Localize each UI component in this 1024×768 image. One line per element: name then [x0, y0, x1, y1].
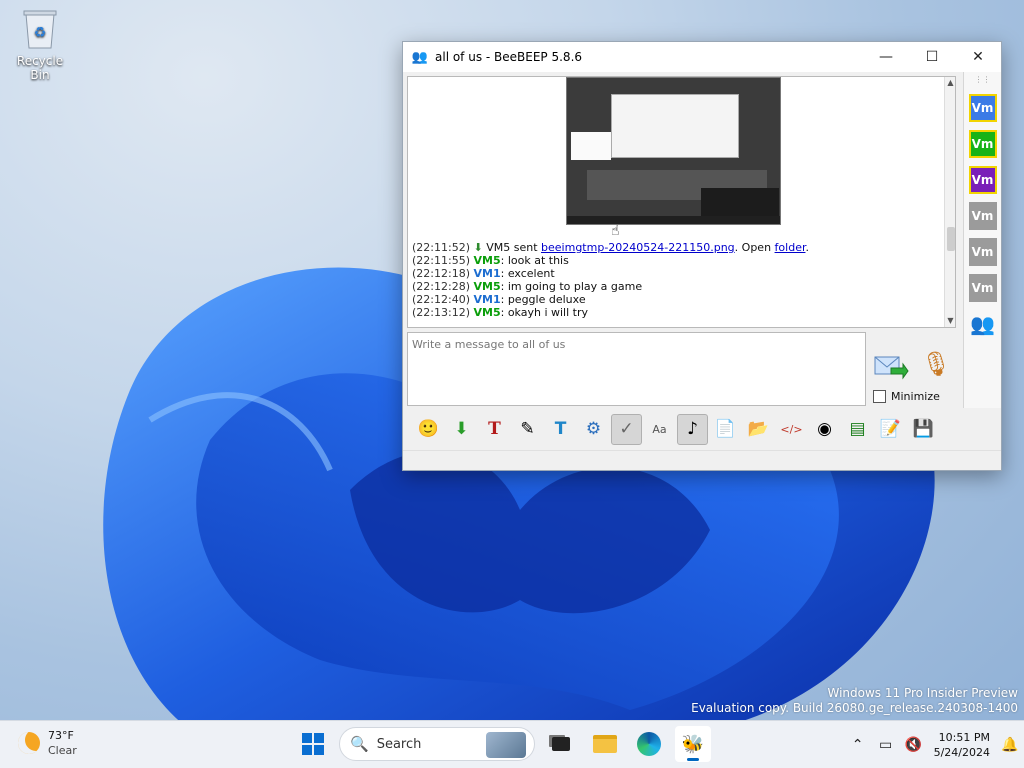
network-icon[interactable]: ▭ — [872, 725, 900, 765]
send-button[interactable] — [873, 352, 909, 382]
open-folder-link[interactable]: folder — [775, 241, 806, 254]
recycle-bin-icon: ♻ — [21, 8, 59, 50]
user-button[interactable]: Vm — [968, 166, 997, 194]
recycle-bin-shortcut[interactable]: ♻ Recycle Bin — [6, 8, 74, 82]
screenshot-icon[interactable]: ▤ — [842, 414, 873, 445]
microphone-icon: 🎙 — [921, 350, 952, 378]
window-title: all of us - BeeBEEP 5.8.6 — [435, 50, 583, 64]
send-folder-icon[interactable]: 📂 — [743, 414, 774, 445]
evaluation-watermark: Windows 11 Pro Insider Preview Evaluatio… — [691, 686, 1018, 715]
moon-icon — [18, 732, 40, 754]
close-window-button[interactable]: ✕ — [955, 42, 1001, 72]
folder-icon — [593, 735, 617, 753]
user-button[interactable]: Vm — [968, 274, 997, 302]
minimize-checkbox[interactable]: Minimize — [873, 390, 940, 403]
word-completion-icon[interactable]: Aa — [644, 414, 675, 445]
message-list: (22:11:52) ⬇ VM5 sent beeimgtmp-20240524… — [412, 241, 942, 319]
beebeep-app-icon: 👥 — [411, 49, 429, 65]
hand-cursor-icon: ☝ — [611, 223, 620, 239]
message-line: (22:12:18) VM1: excelent — [412, 267, 555, 280]
minimize-checkbox-box[interactable] — [873, 390, 886, 403]
show-hidden-icons-chevron-icon[interactable]: ⌃ — [844, 725, 872, 765]
status-bar — [403, 450, 1001, 470]
message-line: (22:11:55) VM5: look at this — [412, 254, 569, 267]
shared-screenshot-image[interactable] — [566, 77, 781, 225]
search-highlight-image — [486, 732, 526, 758]
webcam-icon[interactable]: ◉ — [809, 414, 840, 445]
task-view-icon — [552, 737, 570, 751]
volume-muted-icon[interactable]: 🔇 — [900, 725, 928, 765]
taskbar-search[interactable]: 🔍 Search — [339, 727, 535, 761]
text-format-icon[interactable]: T — [545, 414, 576, 445]
edge-browser-button[interactable] — [631, 726, 667, 762]
minimize-window-button[interactable]: — — [863, 42, 909, 72]
sound-note-icon[interactable]: ♪ — [677, 413, 708, 445]
voice-message-button[interactable]: 🎙 — [921, 350, 952, 384]
settings-gear-icon[interactable]: ⚙ — [578, 414, 609, 445]
message-line: (22:12:40) VM1: peggle deluxe — [412, 293, 586, 306]
start-button[interactable] — [295, 726, 331, 762]
user-button[interactable]: Vm — [968, 202, 997, 230]
scroll-thumb[interactable] — [947, 227, 955, 251]
spellcheck-icon[interactable]: ✓ — [611, 413, 642, 445]
message-line: (22:12:28) VM5: im going to play a game — [412, 280, 643, 293]
weather-condition: Clear — [48, 744, 77, 757]
user-button[interactable]: Vm — [968, 130, 997, 158]
add-users-icon[interactable]: 👥 — [968, 312, 998, 342]
send-file-down-icon[interactable]: ⬇ — [446, 414, 477, 445]
weather-widget[interactable]: 73°F Clear — [18, 728, 77, 758]
emoticon-icon[interactable]: 🙂 — [413, 414, 444, 445]
code-snippet-icon[interactable]: </> — [776, 414, 807, 445]
beebeep-taskbar-button[interactable]: 🐝 — [675, 726, 711, 762]
system-tray: ⌃ ▭ 🔇 10:51 PM 5/24/2024 🔔 — [844, 721, 1024, 768]
taskbar-apps: 🔍 Search 🐝 — [295, 726, 711, 762]
file-link[interactable]: beeimgtmp-20240524-221150.png — [541, 241, 735, 254]
file-explorer-button[interactable] — [587, 726, 623, 762]
notification-bell-icon[interactable]: 🔔 — [996, 725, 1024, 765]
bee-icon: 🐝 — [681, 733, 705, 755]
chat-toolbar: 🙂 ⬇ T ✎ T ⚙ ✓ Aa ♪ 📄 📂 </> ◉ ▤ 📝 💾 — [413, 412, 939, 446]
taskbar: 73°F Clear 🔍 Search 🐝 ⌃ ▭ 🔇 10:51 PM 5/2… — [0, 720, 1024, 768]
clock[interactable]: 10:51 PM 5/24/2024 — [928, 730, 996, 760]
beebeep-window: 👥 all of us - BeeBEEP 5.8.6 — ☐ ✕ ☝ (22:… — [402, 41, 1002, 471]
edge-icon — [637, 732, 661, 756]
scroll-down-arrow-icon[interactable]: ▼ — [945, 315, 955, 327]
message-line: (22:13:12) VM5: okayh i will try — [412, 306, 589, 319]
user-list-panel: ⋮⋮ Vm Vm Vm Vm Vm Vm 👥 — [963, 72, 1001, 408]
user-button[interactable]: Vm — [968, 94, 997, 122]
task-view-button[interactable] — [543, 726, 579, 762]
notes-icon[interactable]: 📝 — [875, 414, 906, 445]
send-envelope-icon — [874, 356, 909, 380]
scroll-up-arrow-icon[interactable]: ▲ — [945, 77, 955, 89]
recycle-bin-label: Recycle Bin — [16, 54, 64, 82]
font-icon[interactable]: T — [479, 414, 510, 445]
search-icon: 🔍 — [350, 735, 369, 753]
window-titlebar[interactable]: 👥 all of us - BeeBEEP 5.8.6 — ☐ ✕ — [403, 42, 1001, 72]
save-chat-icon[interactable]: 📄 — [710, 414, 741, 445]
weather-temp: 73°F — [48, 729, 74, 742]
user-button[interactable]: Vm — [968, 238, 997, 266]
download-arrow-icon: ⬇ — [473, 241, 483, 254]
maximize-window-button[interactable]: ☐ — [909, 42, 955, 72]
message-input[interactable]: Write a message to all of us — [407, 332, 866, 406]
font-color-icon[interactable]: ✎ — [512, 414, 543, 445]
panel-grip[interactable]: ⋮⋮ — [964, 74, 1001, 86]
windows-logo-icon — [302, 733, 324, 755]
chat-scrollbar[interactable]: ▲ ▼ — [944, 77, 955, 327]
save-disk-icon[interactable]: 💾 — [908, 414, 939, 445]
chat-history[interactable]: ☝ (22:11:52) ⬇ VM5 sent beeimgtmp-202405… — [407, 76, 956, 328]
svg-text:♻: ♻ — [34, 25, 47, 41]
file-event-line: (22:11:52) ⬇ VM5 sent beeimgtmp-20240524… — [412, 241, 809, 254]
